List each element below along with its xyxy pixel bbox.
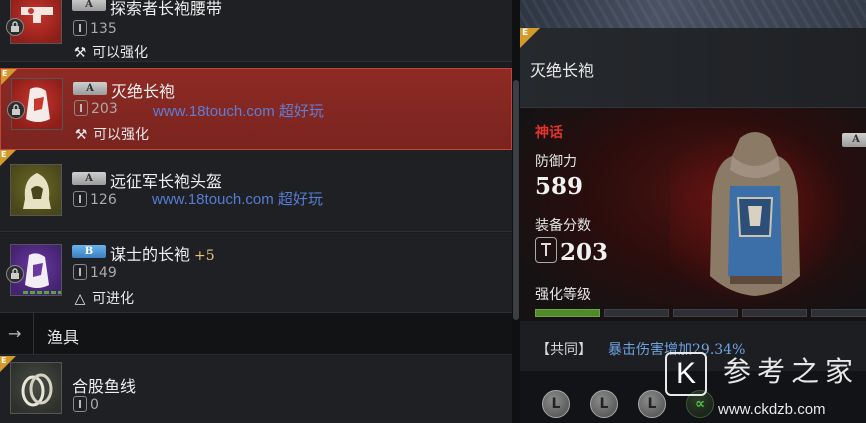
header-art (520, 0, 866, 28)
section-title: 渔具 (47, 328, 80, 347)
shield-icon (73, 20, 87, 36)
hammer-icon: ⚒ (73, 45, 87, 61)
shield-icon (535, 237, 557, 263)
item-name: 探索者长袍腰带 (110, 0, 223, 18)
logo-k-icon: K (665, 352, 707, 396)
shield-icon (74, 100, 88, 116)
socket-slot[interactable]: L (590, 390, 618, 418)
logo-name: 参考之家 (723, 355, 860, 388)
enhance-note: ⚒ 可以强化 (73, 45, 148, 61)
grade-badge: A (73, 82, 107, 95)
shield-icon (73, 396, 87, 412)
arrow-right-icon: → (8, 324, 22, 343)
grade-badge: A (72, 172, 106, 185)
enhance-segment (742, 309, 807, 317)
list-item-expedition-hood[interactable]: E A 远征军长袍头盔 126 www.18touch.com 超好玩 (0, 150, 512, 232)
enhance-segment (535, 309, 600, 317)
logo-url: www.ckdzb.com (718, 401, 826, 418)
list-item-fishing-line[interactable]: E 合股鱼线 0 (0, 356, 512, 423)
grade-badge: B (72, 245, 106, 258)
shield-icon (73, 264, 87, 280)
divider (33, 313, 34, 355)
detail-title-bar: E 灭绝长袍 (520, 28, 866, 108)
tier-badge: E (520, 28, 540, 48)
list-item-strategist-robe[interactable]: B 谋士的长袍 +5 149 △ 可进化 (0, 233, 512, 313)
section-fishing-gear[interactable]: → 渔具 (0, 313, 512, 355)
hood-icon (10, 164, 62, 216)
item-list: A 探索者长袍腰带 135 ⚒ 可以强化 E A 灭绝长袍 203 www.18t… (0, 0, 512, 423)
rarity-label: 神话 (535, 125, 563, 141)
list-item-annihilation-robe[interactable]: E A 灭绝长袍 203 www.18touch.com 超好玩 ⚒ 可以强化 (0, 68, 512, 150)
hammer-icon: ⚒ (74, 127, 88, 143)
enhance-segment (811, 309, 866, 317)
grade-badge: A (842, 133, 866, 147)
watermark-text: www.18touch.com 超好玩 (153, 103, 324, 120)
gear-score: 135 (73, 20, 117, 37)
bonus-tag: 【共同】 (536, 342, 592, 358)
list-scrollbar[interactable] (512, 0, 520, 423)
defense-label: 防御力 (535, 154, 577, 170)
lock-icon (6, 18, 24, 36)
gear-score: 203 (74, 100, 118, 117)
fishing-line-icon (10, 362, 62, 414)
detail-title: 灭绝长袍 (530, 61, 595, 80)
progress-dots (23, 291, 61, 294)
lock-icon (6, 265, 24, 283)
enhance-level-bar (535, 309, 866, 317)
list-item-explorer-belt[interactable]: A 探索者长袍腰带 135 ⚒ 可以强化 (0, 0, 512, 62)
enhance-label: 强化等级 (535, 287, 591, 303)
site-logo: K 参考之家 www.ckdzb.com (663, 346, 866, 423)
upgrade-level: +5 (194, 248, 215, 264)
gear-score-value: 203 (535, 237, 608, 266)
evolve-note: △ 可进化 (74, 291, 134, 307)
socket-slot[interactable]: L (638, 390, 666, 418)
evolve-icon: △ (74, 291, 86, 307)
robe-armor-image (710, 132, 800, 296)
enhance-note: ⚒ 可以强化 (74, 127, 149, 143)
gear-score-label: 装备分数 (535, 218, 591, 234)
scroll-thumb[interactable] (513, 80, 519, 320)
gear-score: 126 (73, 191, 117, 208)
enhance-segment (604, 309, 669, 317)
grade-badge: A (72, 0, 106, 11)
enhance-segment (673, 309, 738, 317)
defense-value: 589 (535, 173, 584, 200)
item-name: 谋士的长袍 +5 (110, 245, 215, 264)
lock-icon (7, 101, 25, 119)
gear-score: 0 (73, 396, 99, 413)
gear-score: 149 (73, 264, 117, 281)
item-name: 合股鱼线 (72, 377, 137, 396)
item-name: 灭绝长袍 (111, 82, 176, 101)
shield-icon (73, 191, 87, 207)
watermark-text: www.18touch.com 超好玩 (152, 191, 323, 208)
socket-slot[interactable]: L (542, 390, 570, 418)
